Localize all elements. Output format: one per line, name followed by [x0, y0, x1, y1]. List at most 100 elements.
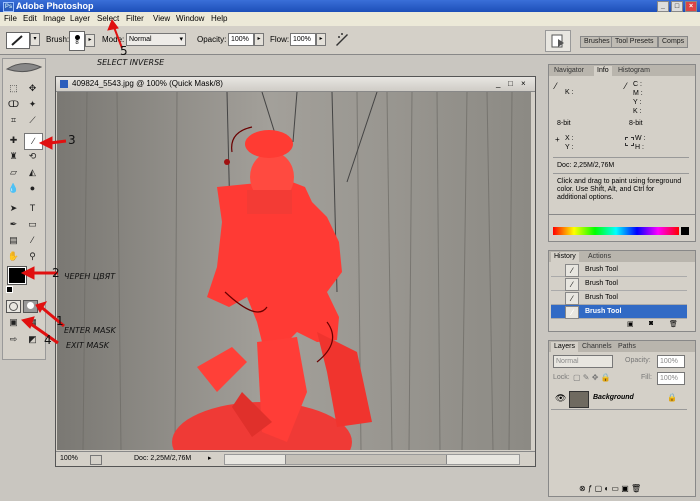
c-label: C : [633, 81, 642, 88]
preset-dropdown-arrow[interactable]: ▾ [30, 33, 40, 46]
minimize-button[interactable]: _ [657, 1, 669, 12]
menu-view[interactable]: View [153, 14, 170, 23]
history-item-label: Brush Tool [585, 280, 618, 287]
tab-actions[interactable]: Actions [585, 252, 614, 262]
hand-tool-icon[interactable]: ✋ [5, 249, 22, 264]
well-tab-comps[interactable]: Comps [658, 36, 689, 48]
marquee-tool-icon[interactable]: ⬚ [5, 81, 22, 96]
tab-history[interactable]: History [551, 252, 579, 262]
opacity-input[interactable]: 100% [228, 33, 254, 46]
photoshop-logo-icon: Ps [3, 2, 14, 12]
black-swatch[interactable] [681, 227, 689, 235]
fill-input[interactable]: 100% [657, 372, 685, 385]
notes-tool-icon[interactable]: ▤ [5, 233, 22, 248]
blur-tool-icon[interactable]: 💧 [5, 181, 22, 196]
brush-size-picker[interactable]: 8 [69, 31, 85, 51]
eraser-tool-icon[interactable]: ▱ [5, 165, 22, 180]
doc-close-button[interactable]: × [521, 77, 526, 91]
menu-file[interactable]: File [4, 14, 17, 23]
lock-icons[interactable]: ▢ ✎ ✥ 🔒 [573, 373, 611, 382]
dodge-tool-icon[interactable]: ● [24, 181, 41, 196]
close-button[interactable]: × [685, 1, 697, 12]
mode-select[interactable]: Normal ▾ [126, 33, 186, 46]
quick-mask-mode-button[interactable] [23, 300, 38, 313]
zoom-tool-icon[interactable]: ⚲ [24, 249, 41, 264]
maximize-button[interactable]: □ [671, 1, 683, 12]
layer-row-background[interactable]: 👁 Background 🔒 [551, 389, 687, 410]
scrollbar-thumb[interactable] [285, 455, 447, 464]
slice-tool-icon[interactable]: ⟋ [24, 113, 41, 128]
brush-tool-icon[interactable]: ∕ [24, 133, 43, 150]
tab-histogram[interactable]: Histogram [615, 66, 653, 76]
tab-info[interactable]: Info [594, 66, 612, 76]
crosshair-icon: + [555, 135, 560, 144]
layer-panel-buttons[interactable]: ⊗ ƒ ▢ ◐ ▭ ▣ 🗑 [579, 484, 641, 493]
history-item-selected[interactable]: ∕ Brush Tool [551, 305, 687, 319]
zoom-level[interactable]: 100% [60, 452, 78, 466]
image-canvas[interactable] [57, 92, 531, 450]
history-item[interactable]: ∕ Brush Tool [551, 291, 687, 305]
rectangle-tool-icon[interactable]: ▭ [24, 217, 41, 232]
move-tool-icon[interactable]: ✥ [24, 81, 41, 96]
x-label: X : [565, 135, 574, 142]
foreground-color-swatch[interactable] [7, 266, 27, 285]
menu-layer[interactable]: Layer [70, 14, 90, 23]
menu-help[interactable]: Help [211, 14, 227, 23]
eyedropper-tool-icon[interactable]: ⁄ [24, 233, 41, 248]
new-document-from-state-icon[interactable]: ▣ [627, 320, 634, 328]
tab-layers[interactable]: Layers [551, 342, 579, 352]
menu-window[interactable]: Window [176, 14, 204, 23]
status-arrow-icon[interactable]: ▸ [208, 452, 212, 466]
tab-paths[interactable]: Paths [615, 342, 639, 352]
annotation-number-5: 5 [120, 44, 128, 58]
menu-edit[interactable]: Edit [23, 14, 37, 23]
eye-icon[interactable]: 👁 [555, 393, 566, 404]
color-ramp[interactable] [553, 227, 679, 235]
selection-size-icon [625, 137, 634, 146]
screen-mode-full-icon[interactable]: ▦ [24, 315, 41, 330]
flow-input[interactable]: 100% [290, 33, 316, 46]
default-colors-icon[interactable] [6, 286, 13, 293]
menu-filter[interactable]: Filter [126, 14, 144, 23]
brush-dropdown-arrow[interactable]: ▸ [85, 34, 95, 47]
history-brush-tool-icon[interactable]: ⟲ [24, 149, 41, 164]
tool-preset-picker[interactable] [6, 32, 30, 49]
path-selection-tool-icon[interactable]: ➤ [5, 201, 22, 216]
healing-brush-tool-icon[interactable]: ✚ [5, 133, 22, 148]
clone-stamp-tool-icon[interactable]: ♜ [5, 149, 22, 164]
tab-navigator[interactable]: Navigator [551, 66, 587, 76]
well-tab-tool-presets[interactable]: Tool Presets [611, 36, 658, 48]
tab-channels[interactable]: Channels [579, 342, 615, 352]
feather-icon[interactable] [5, 61, 43, 75]
doc-maximize-button[interactable]: □ [508, 77, 513, 91]
annotation-number-3: 3 [68, 133, 76, 147]
type-tool-icon[interactable]: T [24, 201, 41, 216]
flow-arrow[interactable]: ▸ [316, 33, 326, 46]
standard-mode-button[interactable] [6, 300, 21, 313]
new-snapshot-icon[interactable]: ◙ [649, 320, 653, 327]
lasso-tool-icon[interactable]: ↀ [5, 97, 22, 112]
trash-icon[interactable]: 🗑 [669, 320, 678, 328]
horizontal-scrollbar[interactable] [224, 454, 520, 465]
jump-to-imageready-icon[interactable]: ⇨ [5, 332, 22, 347]
layer-name: Background [593, 394, 634, 401]
crop-tool-icon[interactable]: ⌗ [5, 113, 22, 128]
opacity-label: Opacity: [197, 35, 227, 44]
history-item[interactable]: ∕ Brush Tool [551, 277, 687, 291]
pen-tool-icon[interactable]: ✒ [5, 217, 22, 232]
history-item[interactable]: ∕ Brush Tool [551, 263, 687, 277]
magic-wand-tool-icon[interactable]: ✦ [24, 97, 41, 112]
screen-mode-standard-icon[interactable]: ▣ [5, 315, 22, 330]
doc-size: Doc: 2,25M/2,76M [134, 455, 192, 462]
menu-select[interactable]: Select [97, 14, 119, 23]
menu-image[interactable]: Image [43, 14, 65, 23]
paint-bucket-tool-icon[interactable]: ◭ [24, 165, 41, 180]
file-browser-button[interactable] [545, 30, 571, 52]
opacity-arrow[interactable]: ▸ [254, 33, 264, 46]
imageready-icon[interactable]: ◩ [24, 332, 41, 347]
airbrush-button[interactable] [333, 31, 351, 48]
well-tab-brushes[interactable]: Brushes [580, 36, 614, 48]
doc-minimize-button[interactable]: _ [496, 77, 500, 91]
blend-mode-select[interactable]: Normal [553, 355, 613, 368]
layer-opacity-input[interactable]: 100% [657, 355, 685, 368]
